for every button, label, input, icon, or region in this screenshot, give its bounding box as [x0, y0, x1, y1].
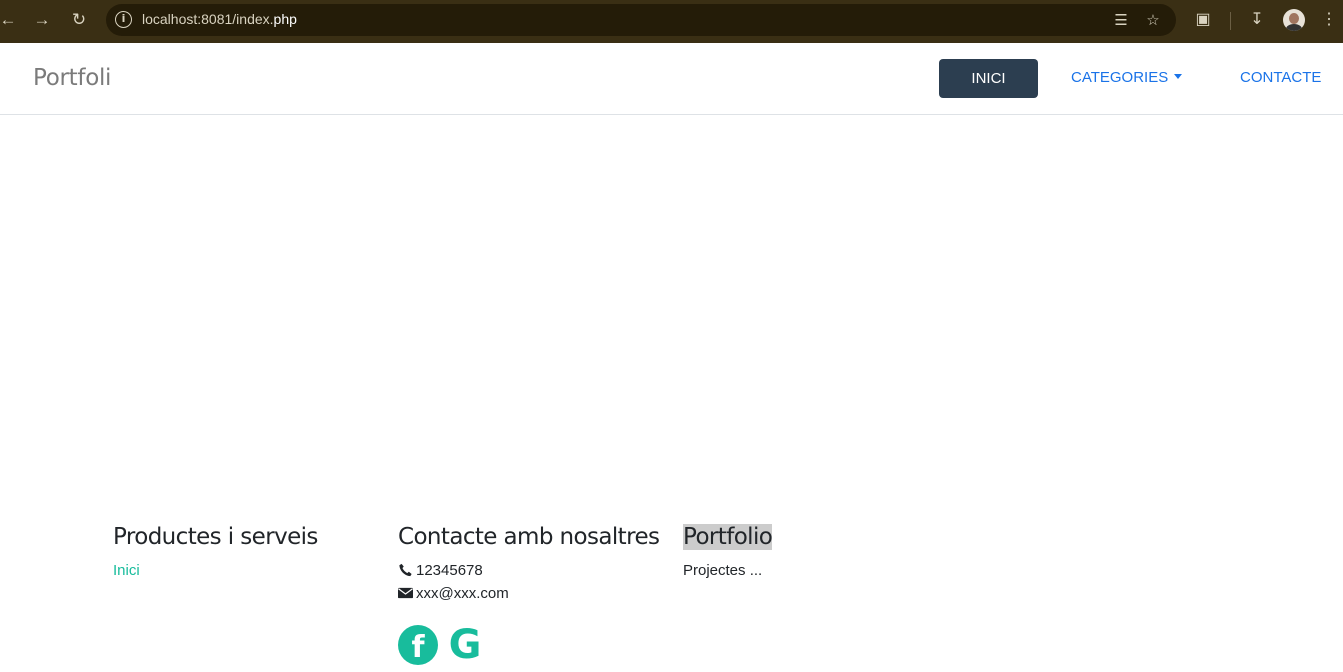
back-icon[interactable]: ← — [0, 8, 20, 32]
reload-icon[interactable]: ↻ — [67, 8, 91, 32]
contact-email: xxx@xxx.com — [398, 585, 509, 602]
phone-text: 12345678 — [416, 562, 483, 579]
facebook-icon[interactable]: f — [398, 625, 438, 665]
browser-toolbar: ← → ↻ i localhost:8081/index.php ☰ ☆ ▣ ↧… — [0, 0, 1343, 43]
puzzle-icon[interactable]: ▣ — [1192, 9, 1214, 31]
nav-item-categories[interactable]: CATEGORIES — [1071, 69, 1183, 86]
footer-link-inici[interactable]: Inici — [113, 562, 140, 579]
nav-item-contacte[interactable]: CONTACTE — [1240, 69, 1321, 86]
info-icon[interactable]: i — [115, 11, 132, 28]
avatar[interactable] — [1283, 9, 1305, 31]
forward-icon[interactable]: → — [30, 8, 54, 32]
phone-icon — [399, 563, 412, 577]
translate-icon[interactable]: ☰ — [1111, 11, 1131, 31]
brand-logo[interactable]: Portfoli — [33, 65, 111, 91]
nav-item-categories-label: CATEGORIES — [1071, 69, 1169, 86]
email-text: xxx@xxx.com — [416, 585, 509, 602]
kebab-menu-icon[interactable]: ⋮ — [1318, 9, 1340, 31]
caret-down-icon — [1174, 74, 1183, 79]
download-icon[interactable]: ↧ — [1246, 9, 1268, 31]
footer-title-products: Productes i serveis — [113, 524, 318, 550]
site-navbar: Portfoli INICI CATEGORIES CONTACTE — [0, 43, 1343, 115]
star-icon[interactable]: ☆ — [1143, 11, 1163, 31]
address-bar[interactable]: i localhost:8081/index.php ☰ ☆ — [106, 4, 1176, 36]
url-text[interactable]: localhost:8081/index.php — [142, 11, 297, 27]
toolbar-separator — [1230, 12, 1231, 30]
footer-title-contact: Contacte amb nosaltres — [398, 524, 660, 550]
contact-phone: 12345678 — [398, 562, 483, 579]
nav-item-inici[interactable]: INICI — [939, 59, 1038, 98]
google-icon[interactable]: G — [445, 625, 485, 665]
footer-title-portfolio: Portfolio — [683, 524, 773, 550]
portfolio-text: Projectes ... — [683, 562, 763, 579]
envelope-icon — [398, 587, 413, 599]
